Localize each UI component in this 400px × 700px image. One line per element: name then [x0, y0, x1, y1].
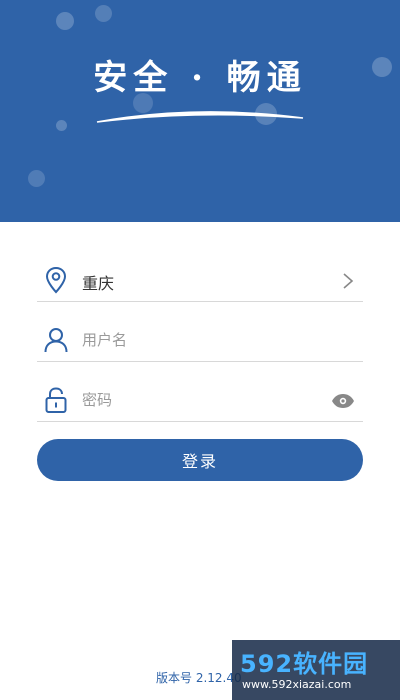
password-row	[37, 378, 363, 422]
watermark-logo: 592软件园	[240, 650, 369, 678]
header-banner: 安全 · 畅通	[0, 0, 400, 222]
eye-icon[interactable]	[331, 393, 355, 409]
city-selector[interactable]: 重庆	[37, 258, 363, 302]
watermark: 592软件园 www.592xiazai.com	[232, 640, 400, 700]
decorative-bubble	[56, 120, 67, 131]
username-input[interactable]	[82, 328, 322, 352]
chevron-right-icon	[343, 273, 354, 289]
decorative-bubble	[95, 5, 112, 22]
decorative-bubble	[28, 170, 45, 187]
login-button[interactable]: 登录	[37, 439, 363, 481]
username-row	[37, 318, 363, 362]
city-value: 重庆	[82, 274, 115, 293]
version-label: 版本号 2.12.40	[156, 671, 242, 685]
lock-icon	[45, 387, 67, 413]
user-icon	[44, 328, 68, 353]
location-pin-icon	[45, 266, 67, 294]
watermark-url: www.592xiazai.com	[242, 678, 352, 691]
slogan-title: 安全 · 畅通	[93, 58, 307, 98]
decorative-bubble	[56, 12, 74, 30]
password-input[interactable]	[82, 388, 322, 412]
swoosh-decoration	[96, 111, 304, 123]
